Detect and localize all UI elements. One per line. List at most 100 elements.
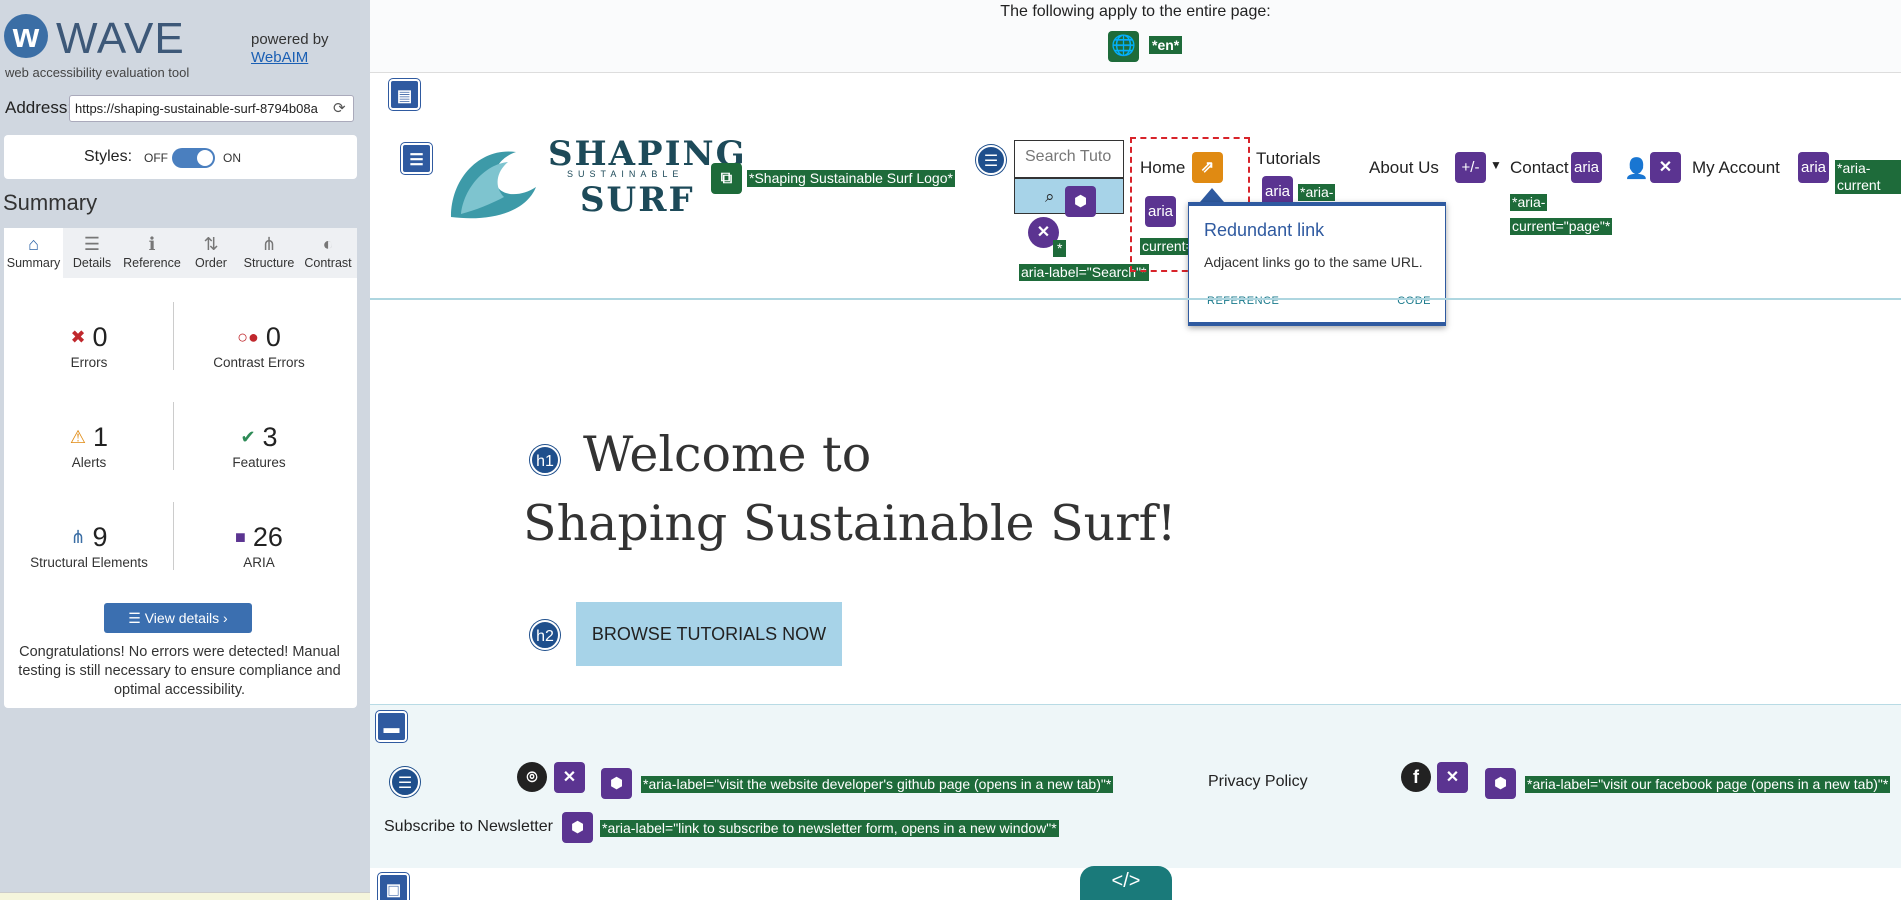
stat-alerts: ⚠ 1 Alerts bbox=[4, 422, 174, 470]
logo-alt-label: *Shaping Sustainable Surf Logo* bbox=[747, 170, 955, 187]
view-details-button[interactable]: ☰ View details › bbox=[104, 603, 252, 633]
aria-label: ARIA bbox=[243, 555, 275, 570]
errors-label: Errors bbox=[70, 355, 108, 370]
aria-current-right: *aria-current bbox=[1835, 160, 1901, 194]
list-icon: ☰ bbox=[83, 234, 101, 254]
tab-structure[interactable]: ⋔ Structure bbox=[239, 228, 299, 278]
privacy-policy-link[interactable]: Privacy Policy bbox=[1208, 773, 1308, 791]
features-count: 3 bbox=[262, 422, 278, 452]
features-label: Features bbox=[232, 455, 286, 470]
redundant-link-popup: Redundant link Adjacent links go to the … bbox=[1188, 202, 1446, 326]
popup-title: Redundant link bbox=[1204, 220, 1325, 240]
subscribe-link[interactable]: Subscribe to Newsletter bbox=[384, 818, 553, 836]
facebook-aria-label: *aria-label="visit our facebook page (op… bbox=[1525, 776, 1891, 793]
popup-arrow bbox=[1200, 188, 1224, 202]
redundant-link-icon[interactable]: ⇗ bbox=[1192, 152, 1223, 183]
wave-logo-icon: w bbox=[4, 14, 48, 58]
home-icon: ⌂ bbox=[28, 234, 39, 254]
code-toggle-button[interactable]: </> bbox=[1080, 866, 1172, 900]
header-divider bbox=[370, 298, 1901, 300]
tab-details-label: Details bbox=[72, 256, 112, 270]
nav-about[interactable]: About Us bbox=[1369, 158, 1439, 178]
summary-heading: Summary bbox=[3, 190, 98, 215]
styles-toggle[interactable] bbox=[172, 148, 215, 168]
aria-icon[interactable]: aria bbox=[1798, 152, 1829, 183]
stat-structural: ⋔ 9 Structural Elements bbox=[4, 522, 174, 570]
alerts-count: 1 bbox=[93, 422, 109, 452]
popup-reference-link[interactable]: REFERENCE bbox=[1207, 295, 1279, 307]
tab-contrast-label: Contrast bbox=[304, 256, 352, 270]
status-bar bbox=[0, 892, 370, 900]
address-label: Address: bbox=[5, 98, 73, 117]
close-icon[interactable]: ✕ bbox=[1437, 762, 1468, 793]
structural-label: Structural Elements bbox=[30, 555, 148, 570]
globe-icon[interactable]: 🌐 bbox=[1108, 31, 1139, 62]
error-icon: ✖ bbox=[70, 327, 86, 347]
page-footer: ▬ ☰ ⌾ ✕ ⬢ *aria-label="visit the website… bbox=[370, 704, 1901, 868]
aria-icon[interactable]: aria bbox=[1145, 196, 1176, 227]
github-aria-label: *aria-label="visit the website developer… bbox=[641, 776, 1114, 793]
brand-surf: SURF bbox=[580, 180, 695, 220]
address-input[interactable]: https://shaping-sustainable-surf-8794b08… bbox=[69, 95, 354, 122]
aria-label-icon[interactable]: ⬢ bbox=[601, 768, 632, 799]
tab-contrast[interactable]: ◐ Contrast bbox=[299, 228, 357, 278]
stat-aria: ■ 26 ARIA bbox=[174, 522, 344, 570]
tab-summary[interactable]: ⌂ Summary bbox=[4, 228, 63, 278]
footer-region-icon[interactable]: ▬ bbox=[376, 711, 407, 742]
navigation-icon[interactable]: ☰ bbox=[401, 143, 432, 174]
webaim-link[interactable]: WebAIM bbox=[251, 49, 308, 66]
nav-tutorials[interactable]: Tutorials bbox=[1256, 149, 1321, 169]
bottom-region-icon[interactable]: ▣ bbox=[378, 873, 409, 900]
h2-icon[interactable]: h2 bbox=[530, 620, 560, 650]
contrast-icon: ◐ bbox=[322, 234, 334, 254]
errors-count: 0 bbox=[92, 322, 108, 352]
tab-reference[interactable]: ℹ Reference bbox=[121, 228, 183, 278]
popup-code-link[interactable]: CODE bbox=[1397, 295, 1431, 307]
header-region-icon[interactable]: ▤ bbox=[389, 79, 420, 110]
language-label: *en* bbox=[1149, 36, 1183, 54]
browse-tutorials-button[interactable]: BROWSE TUTORIALS NOW bbox=[576, 602, 842, 666]
stat-features: ✔ 3 Features bbox=[174, 422, 344, 470]
congrats-message: Congratulations! No errors were detected… bbox=[18, 644, 341, 698]
order-icon: ⇅ bbox=[203, 234, 219, 254]
search-aria-label: * bbox=[1053, 240, 1067, 257]
chevron-down-icon[interactable]: ▼ bbox=[1490, 158, 1502, 172]
contrast-errors-label: Contrast Errors bbox=[213, 355, 305, 370]
contrast-error-icon: ○● bbox=[237, 327, 259, 347]
close-icon[interactable]: ✕ bbox=[554, 762, 585, 793]
brand-sustainable: SUSTAINABLE bbox=[567, 169, 684, 179]
page-preview: The following apply to the entire page: … bbox=[370, 0, 1901, 900]
list-icon[interactable]: ☰ bbox=[390, 767, 420, 797]
aria-current-page-label: *aria- bbox=[1510, 194, 1548, 211]
page-wide-info: The following apply to the entire page: … bbox=[370, 0, 1901, 73]
nav-contact[interactable]: Contact bbox=[1510, 158, 1569, 178]
aria-label-icon[interactable]: ⬢ bbox=[562, 812, 593, 843]
powered-by-text: powered by bbox=[251, 31, 329, 48]
refresh-icon[interactable]: ⟳ bbox=[333, 99, 346, 117]
info-icon: ℹ bbox=[148, 234, 156, 254]
tab-order-label: Order bbox=[195, 256, 227, 270]
facebook-icon[interactable]: f bbox=[1401, 762, 1431, 792]
styles-label: Styles: bbox=[84, 148, 133, 165]
wave-title: WAVE bbox=[56, 14, 185, 63]
aria-label-icon[interactable]: ⬢ bbox=[1485, 768, 1516, 799]
tab-order[interactable]: ⇅ Order bbox=[183, 228, 239, 278]
list-icon: ☰ bbox=[128, 610, 145, 626]
github-icon[interactable]: ⌾ bbox=[517, 762, 547, 792]
stat-errors: ✖ 0 Errors bbox=[4, 322, 174, 370]
aria-expanded-icon[interactable]: +/- bbox=[1455, 152, 1486, 183]
aria-label-icon[interactable]: ⬢ bbox=[1065, 186, 1096, 217]
sidebar-tabs: ⌂ Summary ☰ Details ℹ Reference ⇅ Order … bbox=[4, 228, 357, 278]
list-icon[interactable]: ☰ bbox=[976, 145, 1006, 175]
close-icon[interactable]: ✕ bbox=[1650, 152, 1681, 183]
aria-count: 26 bbox=[252, 522, 283, 552]
nav-home[interactable]: Home bbox=[1140, 158, 1185, 178]
aria-icon[interactable]: aria bbox=[1571, 152, 1602, 183]
search-input[interactable]: Search Tuto bbox=[1014, 140, 1124, 178]
linked-image-icon[interactable]: ⧉ bbox=[711, 163, 742, 194]
stat-contrast-errors: ○● 0 Contrast Errors bbox=[174, 322, 344, 370]
tab-details[interactable]: ☰ Details bbox=[63, 228, 121, 278]
nav-my-account[interactable]: My Account bbox=[1692, 158, 1780, 178]
wave-brand-icon bbox=[451, 151, 536, 219]
aria-current-label: *aria- bbox=[1298, 184, 1336, 201]
